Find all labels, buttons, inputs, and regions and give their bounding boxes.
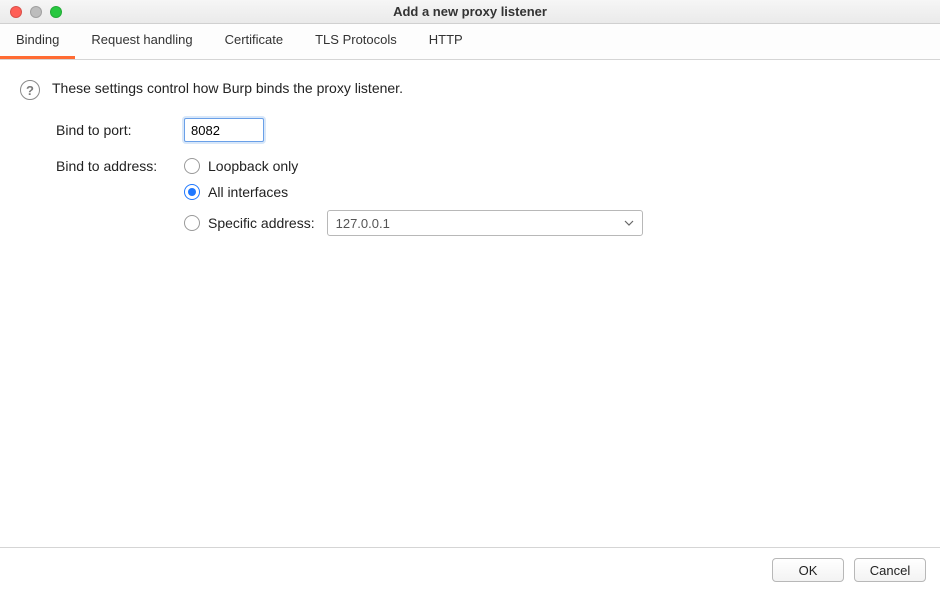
specific-address-select[interactable]: 127.0.0.1 bbox=[327, 210, 643, 236]
select-value: 127.0.0.1 bbox=[336, 216, 390, 231]
tab-binding[interactable]: Binding bbox=[0, 24, 75, 59]
radio-icon[interactable] bbox=[184, 184, 200, 200]
ok-button[interactable]: OK bbox=[772, 558, 844, 582]
radio-icon[interactable] bbox=[184, 158, 200, 174]
radio-specific-label: Specific address: bbox=[208, 215, 315, 231]
titlebar: Add a new proxy listener bbox=[0, 0, 940, 24]
radio-all-interfaces-row[interactable]: All interfaces bbox=[184, 184, 643, 200]
dialog-footer: OK Cancel bbox=[0, 547, 940, 594]
bind-port-label: Bind to port: bbox=[56, 122, 184, 138]
content-area: ? These settings control how Burp binds … bbox=[0, 60, 940, 236]
bind-address-label: Bind to address: bbox=[56, 158, 184, 174]
tab-request-handling[interactable]: Request handling bbox=[75, 24, 208, 59]
tab-certificate[interactable]: Certificate bbox=[209, 24, 300, 59]
bind-port-input[interactable] bbox=[184, 118, 264, 142]
tab-http[interactable]: HTTP bbox=[413, 24, 479, 59]
description-text: These settings control how Burp binds th… bbox=[52, 80, 403, 96]
radio-loopback-row[interactable]: Loopback only bbox=[184, 158, 643, 174]
tab-bar: Binding Request handling Certificate TLS… bbox=[0, 24, 940, 60]
chevron-down-icon bbox=[624, 218, 634, 228]
radio-icon[interactable] bbox=[184, 215, 200, 231]
zoom-icon[interactable] bbox=[50, 6, 62, 18]
radio-all-label: All interfaces bbox=[208, 184, 288, 200]
minimize-icon bbox=[30, 6, 42, 18]
radio-specific-row[interactable]: Specific address: 127.0.0.1 bbox=[184, 210, 643, 236]
close-icon[interactable] bbox=[10, 6, 22, 18]
help-icon[interactable]: ? bbox=[20, 80, 40, 100]
tab-tls-protocols[interactable]: TLS Protocols bbox=[299, 24, 413, 59]
window-title: Add a new proxy listener bbox=[0, 4, 940, 19]
radio-loopback-label: Loopback only bbox=[208, 158, 298, 174]
cancel-button[interactable]: Cancel bbox=[854, 558, 926, 582]
window-controls bbox=[0, 6, 62, 18]
